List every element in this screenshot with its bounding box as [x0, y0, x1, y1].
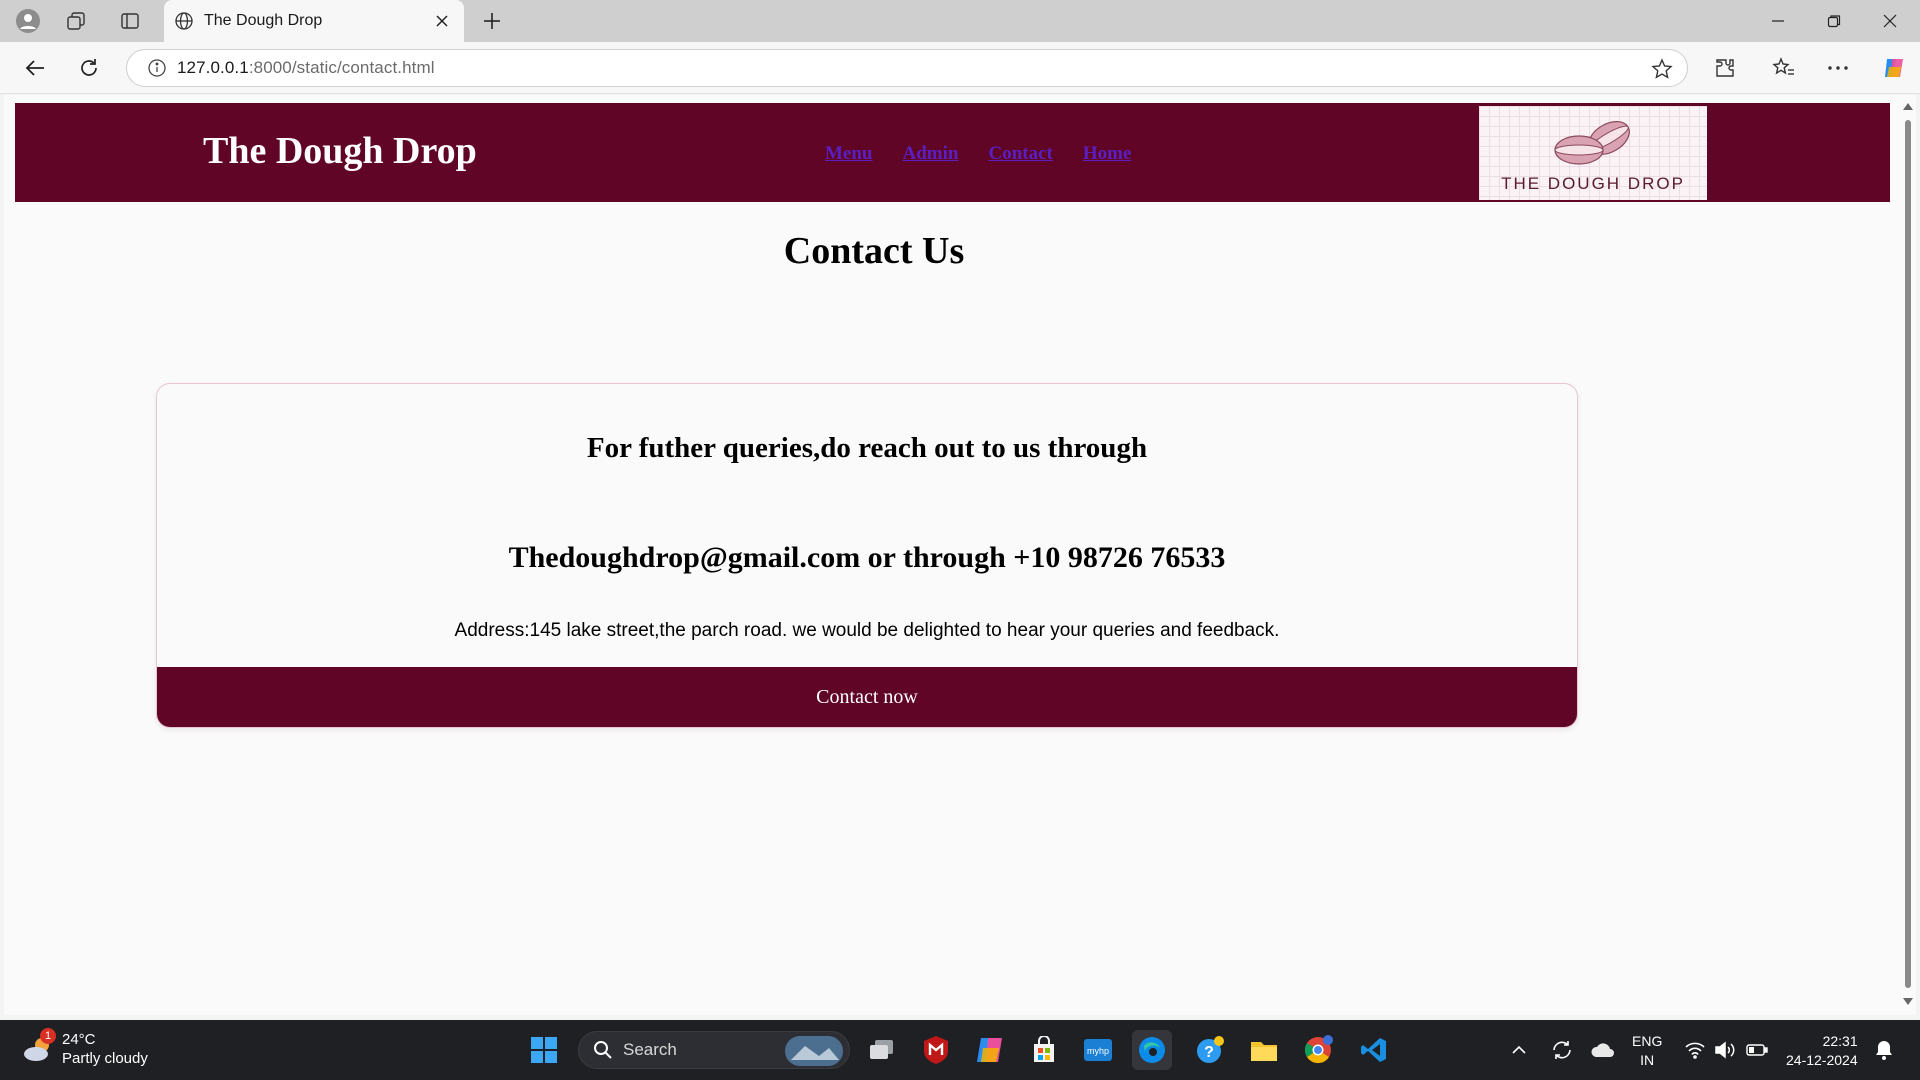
scroll-up-icon[interactable] — [1902, 101, 1914, 113]
battery-icon[interactable] — [1746, 1030, 1768, 1070]
volume-icon[interactable] — [1714, 1030, 1736, 1070]
clock-date: 24-12-2024 — [1786, 1052, 1858, 1068]
globe-icon — [175, 12, 193, 30]
url-text: 127.0.0.1:8000/static/contact.html — [177, 58, 435, 77]
search-icon — [594, 1041, 612, 1059]
tab-title: The Dough Drop — [204, 12, 323, 29]
search-highlight-icon — [785, 1036, 843, 1066]
nav-link-menu[interactable]: Menu — [825, 143, 873, 165]
contact-now-button[interactable]: Contact now — [157, 667, 1577, 727]
wifi-icon[interactable] — [1684, 1030, 1706, 1070]
scroll-thumb[interactable] — [1905, 120, 1911, 988]
page-scrollbar[interactable] — [1898, 95, 1916, 1015]
vertical-tabs-icon[interactable] — [110, 7, 150, 35]
lang-region: IN — [1640, 1052, 1655, 1068]
minimize-icon[interactable] — [1750, 0, 1806, 42]
browser-tabbar: The Dough Drop — [0, 0, 1920, 42]
site-logo: THE DOUGH DROP — [1479, 106, 1707, 200]
windows-logo-icon — [531, 1037, 557, 1063]
notification-bell-icon[interactable] — [1874, 1030, 1894, 1070]
contact-heading: For futher queries,do reach out to us th… — [586, 432, 1148, 464]
profile-icon[interactable] — [8, 7, 48, 35]
chrome-icon[interactable] — [1298, 1030, 1338, 1070]
nav-link-home[interactable]: Home — [1083, 143, 1132, 165]
weather-desc: Partly cloudy — [62, 1050, 148, 1067]
site-nav: Menu Admin Contact Home — [825, 143, 1131, 165]
onedrive-icon[interactable] — [1590, 1030, 1616, 1070]
taskbar-search[interactable]: Search — [578, 1031, 850, 1069]
mcafee-icon[interactable] — [916, 1030, 956, 1070]
workspaces-icon[interactable] — [56, 7, 96, 35]
close-tab-icon[interactable] — [428, 7, 456, 35]
site-info-icon[interactable] — [137, 58, 177, 78]
brand-title: The Dough Drop — [203, 130, 477, 172]
clock-time: 22:31 — [1822, 1033, 1858, 1049]
language-indicator[interactable]: ENG IN — [1632, 1032, 1662, 1070]
microsoft-store-icon[interactable] — [1024, 1030, 1064, 1070]
edge-icon[interactable] — [1132, 1030, 1172, 1070]
active-tab[interactable]: The Dough Drop — [164, 0, 464, 42]
start-button[interactable] — [524, 1030, 564, 1070]
nav-link-contact[interactable]: Contact — [988, 143, 1052, 165]
page-title: Contact Us — [783, 230, 965, 272]
vscode-icon[interactable] — [1354, 1030, 1394, 1070]
site-header: The Dough Drop Menu Admin Contact Home T… — [15, 103, 1890, 202]
show-hidden-icons[interactable] — [1510, 1030, 1528, 1070]
more-menu-icon[interactable] — [1818, 50, 1858, 86]
scroll-down-icon[interactable] — [1902, 995, 1914, 1007]
logo-text: THE DOUGH DROP — [1501, 174, 1685, 193]
refresh-icon[interactable] — [70, 50, 108, 86]
contact-email-phone: Thedoughdrop@gmail.com or through +10 98… — [508, 541, 1226, 574]
back-arrow-icon[interactable] — [16, 50, 54, 86]
new-tab-icon[interactable] — [472, 7, 512, 35]
file-explorer-icon[interactable] — [1244, 1030, 1284, 1070]
browser-toolbar: 127.0.0.1:8000/static/contact.html — [0, 42, 1920, 94]
favorites-icon[interactable] — [1764, 50, 1804, 86]
contact-card: For futher queries,do reach out to us th… — [156, 383, 1578, 728]
search-placeholder: Search — [623, 1040, 677, 1059]
weather-widget[interactable]: 1 24°C Partly cloudy — [22, 1028, 148, 1068]
copilot-icon[interactable] — [1874, 50, 1914, 86]
restore-icon[interactable] — [1806, 0, 1862, 42]
page-viewport: The Dough Drop Menu Admin Contact Home T… — [4, 95, 1900, 1015]
windows-taskbar: 1 24°C Partly cloudy Search myhp ? ENG I… — [0, 1020, 1920, 1080]
system-clock[interactable]: 22:31 24-12-2024 — [1786, 1032, 1858, 1070]
get-help-icon[interactable]: ? — [1190, 1030, 1230, 1070]
svg-text:myhp: myhp — [1087, 1046, 1109, 1056]
contact-address: Address:145 lake street,the parch road. … — [454, 620, 1280, 641]
favorite-star-icon[interactable] — [1651, 58, 1673, 85]
extensions-icon[interactable] — [1705, 50, 1745, 86]
close-window-icon[interactable] — [1862, 0, 1918, 42]
task-view-icon[interactable] — [862, 1030, 902, 1070]
nav-link-admin[interactable]: Admin — [903, 143, 959, 165]
macaron-icon — [1554, 121, 1630, 165]
copilot-app-icon[interactable] — [970, 1030, 1010, 1070]
weather-temp: 24°C — [62, 1031, 96, 1048]
svg-text:?: ? — [1204, 1044, 1214, 1061]
lang-code: ENG — [1632, 1033, 1663, 1049]
address-bar[interactable]: 127.0.0.1:8000/static/contact.html — [126, 49, 1688, 87]
sync-icon[interactable] — [1550, 1030, 1574, 1070]
myhp-icon[interactable]: myhp — [1078, 1030, 1118, 1070]
weather-badge: 1 — [40, 1028, 56, 1044]
